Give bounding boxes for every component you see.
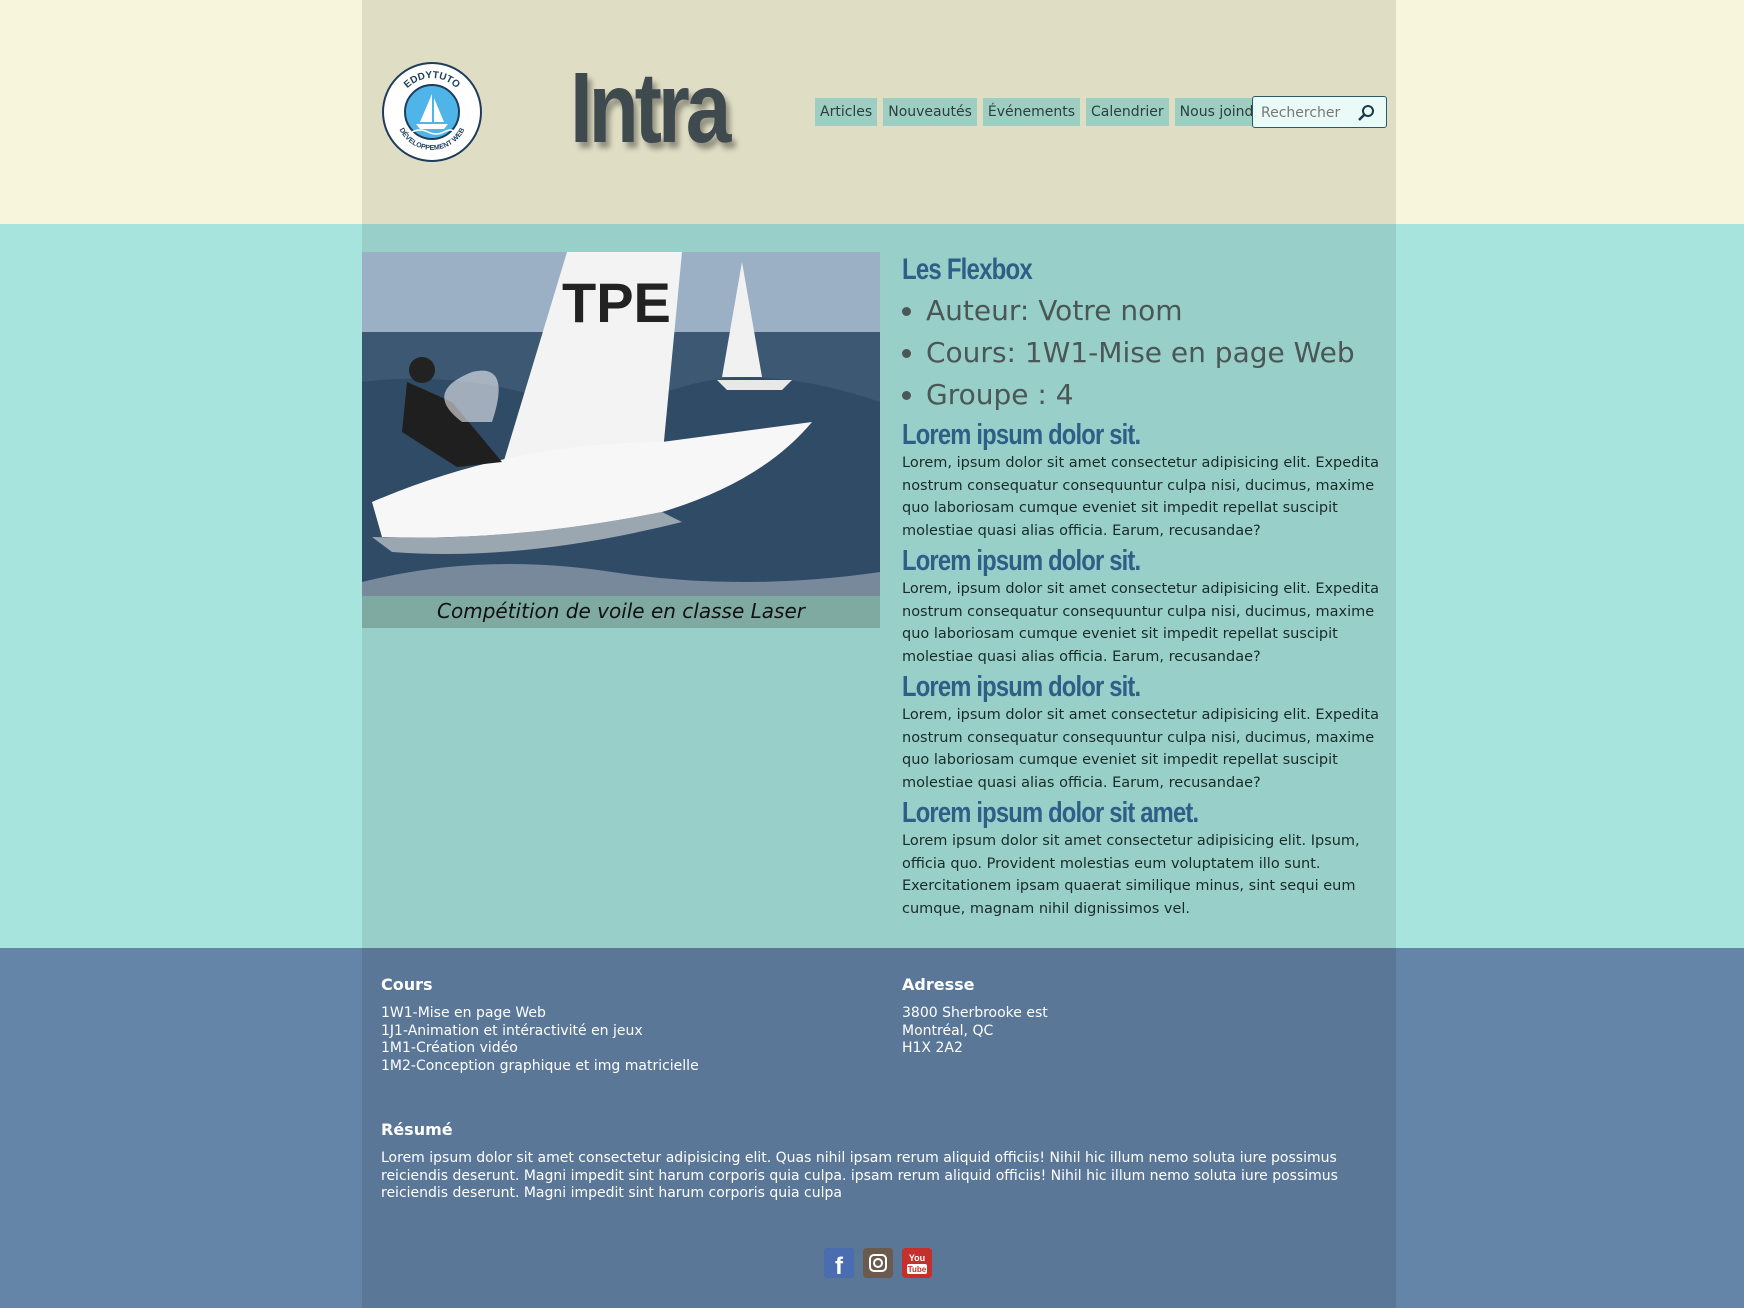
section-title: Lorem ipsum dolor sit. <box>902 671 1141 703</box>
course-item: 1W1-Mise en page Web <box>381 1005 546 1021</box>
footer: Cours 1W1-Mise en page Web 1J1-Animation… <box>0 948 1744 1308</box>
section-title: Lorem ipsum dolor sit amet. <box>902 797 1199 829</box>
nav-item-nouveautes[interactable]: Nouveautés <box>883 98 977 126</box>
sailing-photo: TPE <box>362 252 880 596</box>
courses-list: 1W1-Mise en page Web 1J1-Animation et in… <box>381 1005 699 1075</box>
search-box <box>1252 96 1387 128</box>
youtube-icon[interactable]: You Tube <box>902 1248 932 1278</box>
address-title: Adresse <box>902 975 975 994</box>
nav-item-calendrier[interactable]: Calendrier <box>1086 98 1169 126</box>
sail-number: TPE <box>562 271 671 334</box>
nav-item-articles[interactable]: Articles <box>815 98 878 126</box>
search-icon[interactable] <box>1356 103 1376 123</box>
section-title: Lorem ipsum dolor sit. <box>902 545 1141 577</box>
article-title: Les Flexbox <box>902 253 1033 286</box>
course-item: 1M1-Création vidéo <box>381 1040 518 1056</box>
header-inner: EDDYTUTO DÉVELOPPEMENT WEB Intra Article… <box>362 0 1396 224</box>
article: Les Flexbox Auteur: Votre nom Cours: 1W1… <box>902 252 1392 920</box>
address-line: Montréal, QC <box>902 1022 994 1039</box>
courses-title: Cours <box>381 975 433 994</box>
section-text: Lorem, ipsum dolor sit amet consectetur … <box>902 581 1379 665</box>
meta-group: Groupe : 4 <box>926 374 1392 416</box>
sailboat-icon <box>404 84 460 140</box>
meta-course: Cours: 1W1-Mise en page Web <box>926 332 1392 374</box>
section-title: Lorem ipsum dolor sit. <box>902 419 1141 451</box>
meta-author: Auteur: Votre nom <box>926 290 1392 332</box>
section-text: Lorem, ipsum dolor sit amet consectetur … <box>902 455 1379 539</box>
address-line: 3800 Sherbrooke est <box>902 1005 1048 1021</box>
svg-text:You: You <box>909 1253 925 1263</box>
figure-caption: Compétition de voile en classe Laser <box>437 599 805 623</box>
nav-item-evenements[interactable]: Événements <box>982 98 1081 126</box>
social-links: f You Tube <box>824 1248 932 1280</box>
main-nav: Articles Nouveautés Événements Calendrie… <box>815 98 1273 126</box>
summary-title: Résumé <box>381 1120 453 1139</box>
course-item: 1J1-Animation et intéractivité en jeux <box>381 1022 643 1039</box>
site-title: Intra <box>570 52 731 164</box>
address-list: 3800 Sherbrooke est Montréal, QC H1X 2A2 <box>902 1005 1048 1058</box>
hero-figure: TPE Compétition de voile en classe Laser <box>362 252 880 628</box>
header: EDDYTUTO DÉVELOPPEMENT WEB Intra Article… <box>0 0 1744 224</box>
section-text: Lorem, ipsum dolor sit amet consectetur … <box>902 707 1379 791</box>
article-section: Lorem ipsum dolor sit amet. Lorem ipsum … <box>902 796 1392 920</box>
address-line: H1X 2A2 <box>902 1040 963 1056</box>
instagram-icon[interactable] <box>863 1248 893 1278</box>
logo[interactable]: EDDYTUTO DÉVELOPPEMENT WEB <box>382 62 482 162</box>
article-meta: Auteur: Votre nom Cours: 1W1-Mise en pag… <box>902 290 1392 416</box>
search-input[interactable] <box>1261 103 1361 123</box>
summary-text: Lorem ipsum dolor sit amet consectetur a… <box>381 1150 1338 1201</box>
section-text: Lorem ipsum dolor sit amet consectetur a… <box>902 833 1360 917</box>
main-content: TPE Compétition de voile en classe Laser… <box>362 224 1396 948</box>
course-item: 1M2-Conception graphique et img matricie… <box>381 1057 699 1074</box>
article-section: Lorem ipsum dolor sit. Lorem, ipsum dolo… <box>902 670 1392 794</box>
article-section: Lorem ipsum dolor sit. Lorem, ipsum dolo… <box>902 544 1392 668</box>
facebook-icon[interactable]: f <box>824 1248 854 1280</box>
svg-text:f: f <box>835 1253 844 1278</box>
svg-text:Tube: Tube <box>908 1265 927 1274</box>
footer-inner: Cours 1W1-Mise en page Web 1J1-Animation… <box>362 948 1396 1308</box>
article-section: Lorem ipsum dolor sit. Lorem, ipsum dolo… <box>902 418 1392 542</box>
